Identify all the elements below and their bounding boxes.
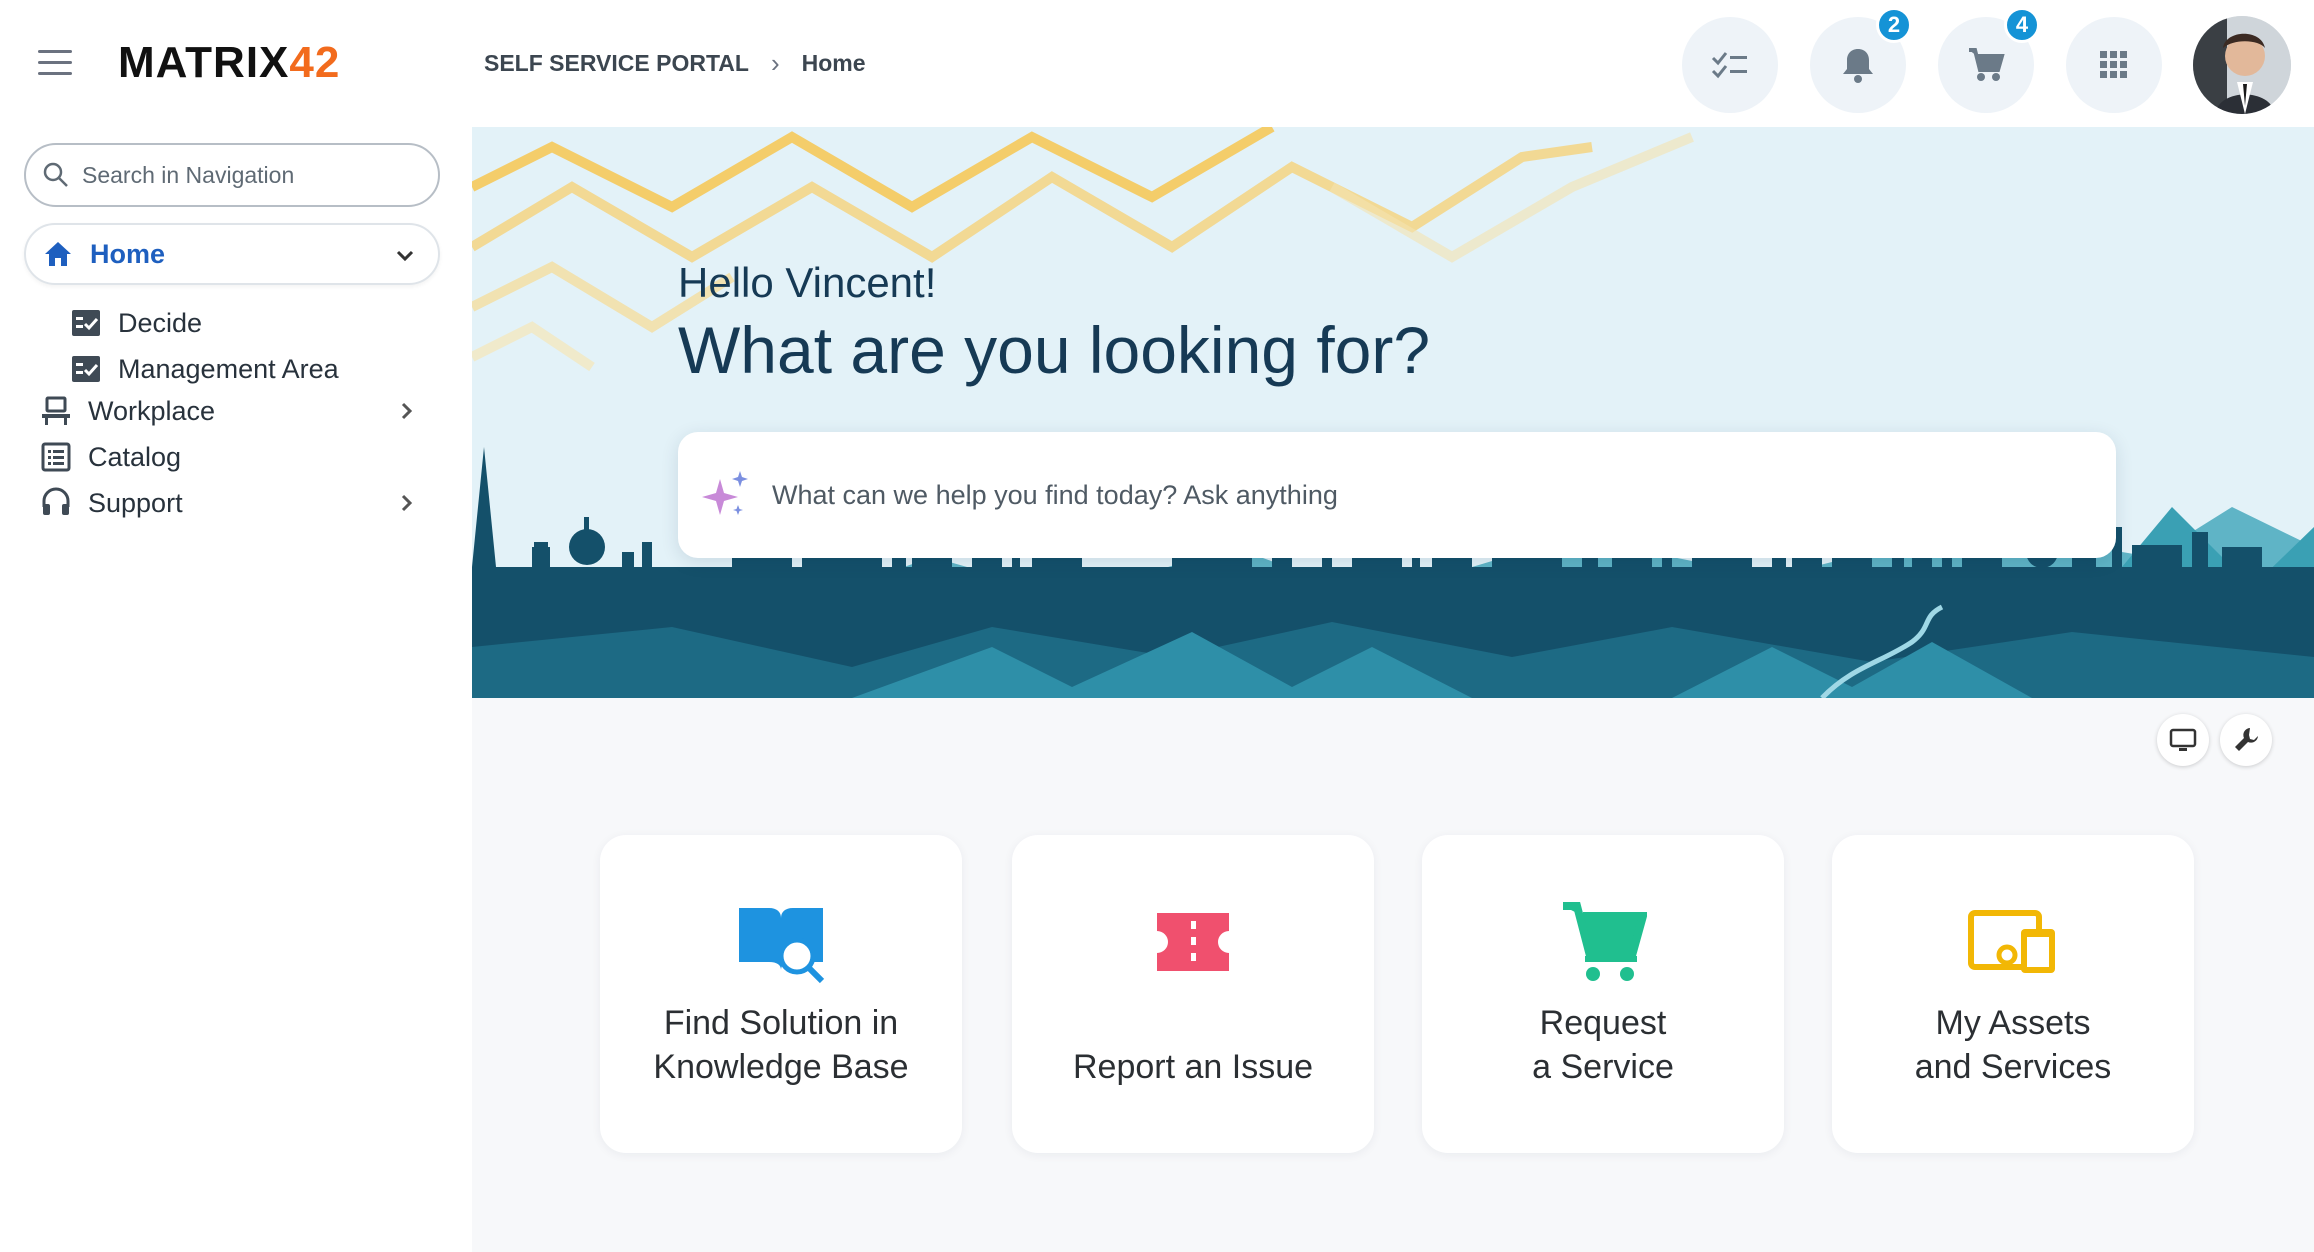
greeting: Hello Vincent!: [678, 259, 937, 306]
approval-icon: [70, 307, 102, 339]
sparkle-icon: [702, 471, 748, 515]
sidebar-item-label: Support: [88, 487, 183, 518]
nav-search[interactable]: [24, 143, 440, 207]
ai-search-box[interactable]: [678, 432, 2116, 558]
page-title: What are you looking for?: [678, 313, 1431, 387]
breadcrumb-home: Home: [801, 50, 866, 76]
chevron-right-icon: ›: [770, 48, 780, 78]
logo-text: MATRIX: [118, 38, 290, 87]
home-icon: [42, 238, 74, 270]
devices-icon: [1832, 897, 2194, 987]
headset-icon: [40, 487, 72, 519]
workstation-icon: [40, 395, 72, 427]
wrench-icon: [2235, 728, 2258, 751]
breadcrumb: SELF SERVICE PORTAL › Home: [484, 48, 866, 79]
bell-icon: [1843, 49, 1873, 83]
user-photo: [2193, 16, 2291, 114]
cart-button[interactable]: 4: [1938, 7, 2040, 113]
notification-badge: 2: [1876, 7, 1912, 43]
tile-label: My Assets: [1935, 1004, 2091, 1042]
ticket-icon: [1012, 897, 1374, 987]
tile-label: Report an Issue: [1072, 1048, 1314, 1086]
tile-label: and Services: [1914, 1048, 2112, 1086]
tile-label: Find Solution in: [663, 1004, 899, 1042]
tile-knowledge-base[interactable]: Find Solution in Knowledge Base: [600, 835, 962, 1153]
search-icon: [43, 162, 68, 187]
cart-badge: 4: [2004, 7, 2040, 43]
checklist-icon: [1711, 52, 1747, 79]
sidebar-item-home[interactable]: Home: [24, 223, 440, 285]
tile-my-assets[interactable]: My Assets and Services: [1832, 835, 2194, 1153]
tile-label: a Service: [1532, 1048, 1674, 1086]
customize-button[interactable]: [2220, 714, 2272, 766]
list-icon: [40, 441, 72, 473]
tasks-button[interactable]: [1682, 17, 1778, 113]
tile-label: Request: [1539, 1004, 1667, 1042]
nav-search-input[interactable]: [82, 161, 422, 189]
display-settings-button[interactable]: [2157, 714, 2209, 766]
cart-icon: [1422, 897, 1784, 987]
sidebar-item-support[interactable]: Support: [24, 472, 440, 534]
tile-request-service[interactable]: Request a Service: [1422, 835, 1784, 1153]
sidebar-item-label: Workplace: [88, 395, 216, 426]
tile-report-issue[interactable]: Report an Issue: [1012, 835, 1374, 1153]
skyline-illustration: [472, 127, 2314, 698]
chevron-right-icon[interactable]: [396, 490, 418, 521]
main-content: Hello Vincent! What are you looking for?…: [472, 127, 2314, 1252]
sidebar: Home Decide Management Area Workplace Ca…: [0, 127, 472, 1252]
notifications-button[interactable]: 2: [1810, 7, 1912, 113]
grid-icon: [2100, 51, 2127, 78]
sidebar-item-label: Catalog: [88, 441, 182, 472]
hero-banner: Hello Vincent! What are you looking for?: [472, 127, 2314, 698]
ai-search-input[interactable]: [772, 479, 2072, 511]
breadcrumb-portal[interactable]: SELF SERVICE PORTAL: [484, 50, 749, 77]
sidebar-item-label: Decide: [118, 307, 203, 338]
chevron-down-icon[interactable]: [394, 243, 416, 274]
sidebar-item-label: Home: [90, 238, 166, 269]
logo[interactable]: MATRIX42: [118, 38, 340, 88]
tile-label: Knowledge Base: [653, 1048, 909, 1086]
chevron-right-icon[interactable]: [396, 398, 418, 429]
logo-number: 42: [289, 38, 341, 87]
apps-button[interactable]: [2066, 17, 2162, 113]
cart-icon: [1969, 48, 2005, 81]
menu-icon[interactable]: [38, 50, 72, 76]
monitor-icon: [2169, 728, 2197, 751]
book-search-icon: [600, 897, 962, 987]
avatar[interactable]: [2193, 16, 2291, 114]
top-bar: MATRIX42 SELF SERVICE PORTAL › Home 2 4: [0, 0, 2314, 127]
